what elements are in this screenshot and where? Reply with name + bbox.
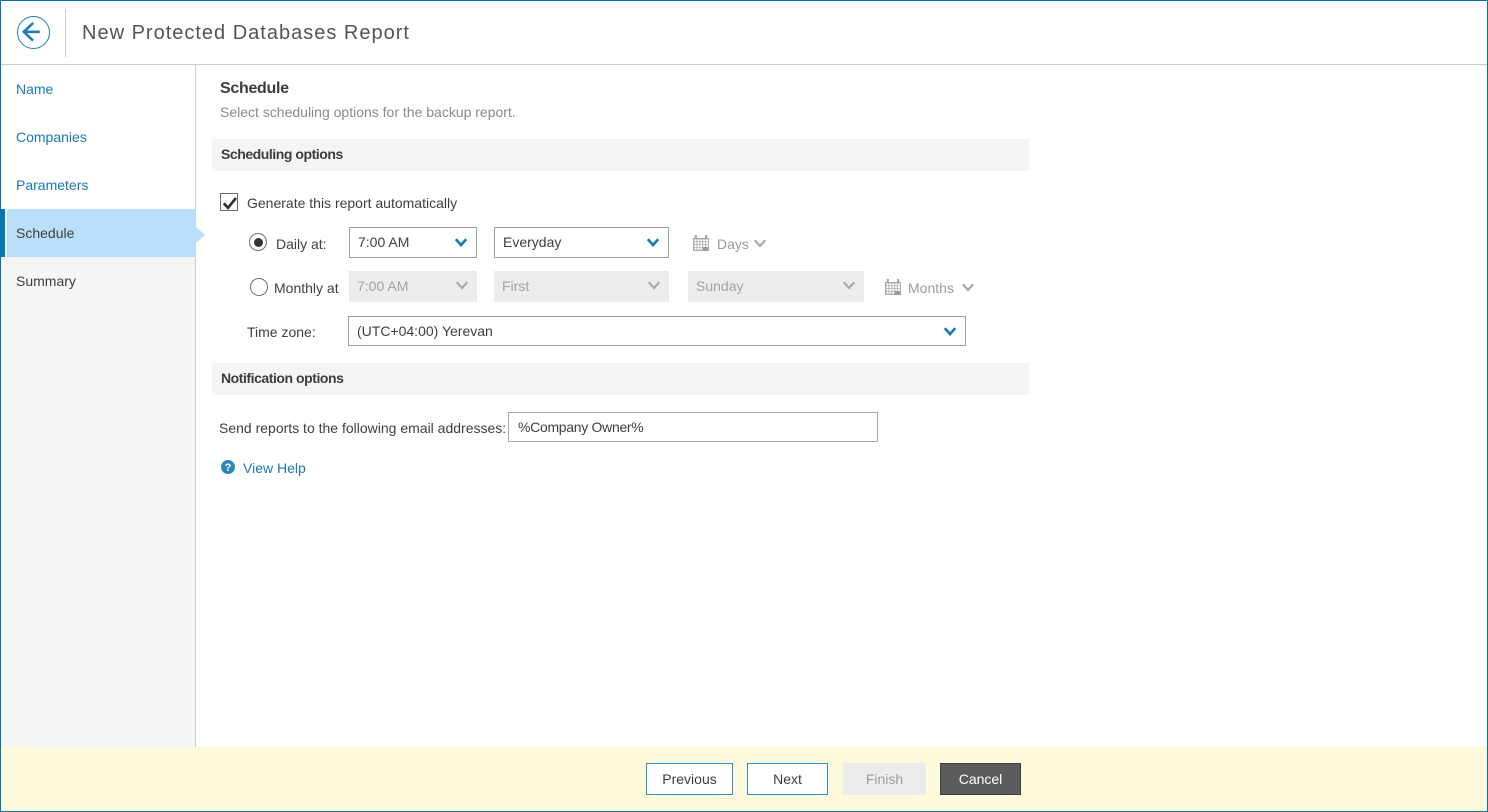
svg-text:?: ? bbox=[225, 462, 232, 474]
